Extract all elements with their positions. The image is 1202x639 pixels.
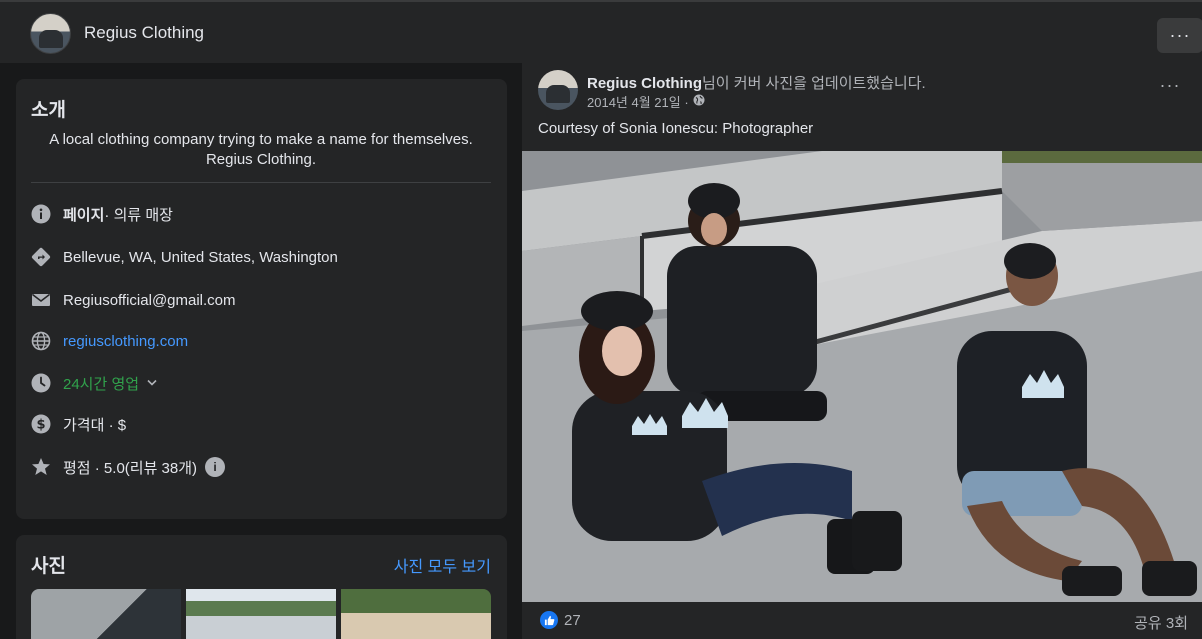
photo-thumbnail[interactable]	[186, 589, 336, 639]
photos-card: 사진 사진 모두 보기	[16, 535, 507, 639]
globe-icon	[31, 331, 51, 351]
more-icon: ···	[1169, 25, 1191, 45]
see-all-photos-link[interactable]: 사진 모두 보기	[394, 553, 491, 577]
feed-post: Regius Clothing님이 커버 사진을 업데이트했습니다. 2014년…	[522, 63, 1202, 639]
intro-bio: A local clothing company trying to make …	[49, 131, 473, 168]
like-icon	[540, 611, 558, 629]
post-author-avatar[interactable]	[538, 70, 578, 110]
rating-info-icon[interactable]: i	[205, 457, 226, 477]
directions-icon	[31, 247, 51, 267]
website-link[interactable]: regiusclothing.com	[63, 333, 188, 350]
post-author-name[interactable]: Regius Clothing	[587, 75, 702, 92]
post-meta: 2014년 4월 21일 ·	[587, 92, 705, 111]
info-location[interactable]: Bellevue, WA, United States, Washington	[31, 245, 338, 269]
share-count[interactable]: 공유 3회	[1134, 612, 1188, 633]
cover-photo[interactable]	[522, 151, 1202, 602]
photos-title: 사진	[31, 556, 66, 577]
page-title[interactable]: Regius Clothing	[84, 23, 204, 43]
photo-thumbnail[interactable]	[31, 589, 181, 639]
post-action-text: 님이 커버 사진을 업데이트했습니다.	[702, 75, 926, 92]
reactions-summary[interactable]: 27	[540, 611, 581, 629]
cover-photo-illustration	[522, 151, 1202, 602]
info-hours[interactable]: 24시간 영업	[31, 371, 157, 395]
svg-text:$: $	[36, 418, 45, 433]
chevron-down-icon[interactable]	[147, 377, 157, 389]
header-more-button[interactable]: ···	[1157, 18, 1202, 53]
intro-divider	[31, 182, 491, 183]
post-caption: Courtesy of Sonia Ionescu: Photographer	[538, 120, 814, 137]
intro-card: 소개 A local clothing company trying to ma…	[16, 79, 507, 519]
post-date[interactable]: 2014년 4월 21일 ·	[587, 92, 689, 111]
photo-thumbnail[interactable]	[341, 589, 491, 639]
page-avatar[interactable]	[30, 13, 71, 54]
envelope-icon	[31, 290, 51, 310]
star-icon	[31, 457, 51, 477]
info-price: $ 가격대 · $	[31, 412, 126, 436]
info-category: 페이지 · 의류 매장	[31, 202, 173, 226]
like-count: 27	[564, 611, 581, 629]
info-website[interactable]: regiusclothing.com	[31, 329, 188, 353]
globe-icon	[693, 94, 705, 109]
info-icon	[31, 204, 51, 224]
post-more-button[interactable]: ···	[1158, 75, 1182, 99]
info-email[interactable]: Regiusofficial@gmail.com	[31, 288, 236, 312]
info-rating[interactable]: 평점 · 5.0(리뷰 38개) i	[31, 455, 226, 479]
page-header: Regius Clothing ···	[0, 0, 1202, 63]
intro-title: 소개	[31, 100, 66, 121]
post-header: Regius Clothing님이 커버 사진을 업데이트했습니다.	[587, 72, 926, 93]
clock-icon	[31, 373, 51, 393]
dollar-icon: $	[31, 414, 51, 434]
